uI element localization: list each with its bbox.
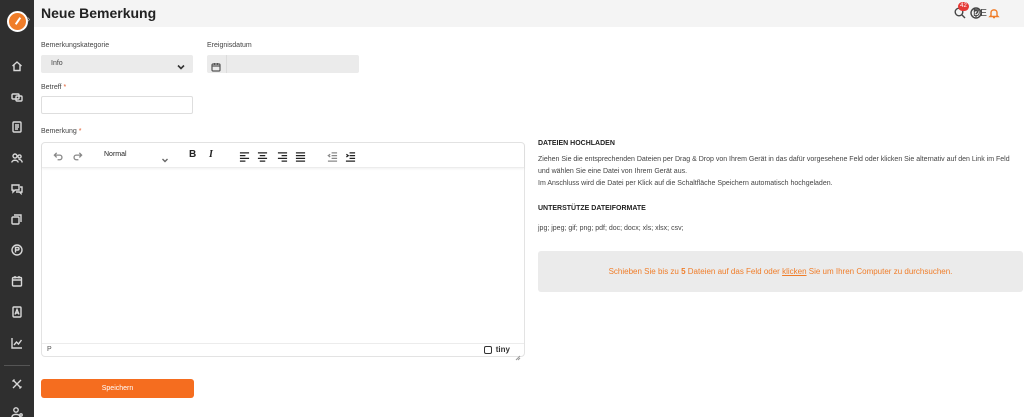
date-field[interactable] <box>207 55 359 73</box>
calendar-icon[interactable] <box>10 274 24 288</box>
date-label: Ereignisdatum <box>207 42 252 49</box>
user-settings-icon[interactable] <box>10 405 24 417</box>
remark-label: Bemerkung * <box>41 128 81 135</box>
car-icon[interactable] <box>10 89 24 103</box>
upload-instructions-1: Ziehen Sie die entsprechenden Dateien pe… <box>538 156 1010 163</box>
subject-label: Betreff * <box>41 84 66 91</box>
upload-instructions-3: Im Anschluss wird die Datei per Klick au… <box>538 180 833 187</box>
formats-list: jpg; jpeg; gif; png; pdf; doc; docx; xls… <box>538 225 684 232</box>
indent-icon[interactable] <box>344 150 356 162</box>
browse-link[interactable]: klicken <box>782 267 806 276</box>
category-value: Info <box>51 60 63 67</box>
report-icon[interactable] <box>10 305 24 319</box>
align-left-icon[interactable] <box>238 150 250 162</box>
file-dropzone[interactable]: Schieben Sie bis zu 5 Dateien auf das Fe… <box>538 251 1023 292</box>
date-divider <box>226 55 227 73</box>
editor-toolbar: Normal B I <box>42 143 524 168</box>
chevron-down-icon <box>176 59 186 70</box>
layers-icon[interactable] <box>10 212 24 226</box>
outdent-icon[interactable] <box>326 150 338 162</box>
formats-title: UNTERSTÜTZE DATEIFORMATE <box>538 205 646 212</box>
italic-button[interactable]: I <box>209 149 213 160</box>
sidebar: › <box>0 0 34 417</box>
tools-icon[interactable] <box>10 377 24 391</box>
upload-title: DATEIEN HOCHLADEN <box>538 140 615 147</box>
chat-icon[interactable] <box>10 182 24 196</box>
editor-brand[interactable]: tiny <box>496 345 510 354</box>
category-select[interactable]: Info <box>41 55 193 73</box>
drop-count: 5 <box>681 267 686 276</box>
category-label: Bemerkungskategorie <box>41 42 110 49</box>
drop-prefix: Schieben Sie bis zu <box>608 267 679 276</box>
tiny-logo-icon <box>484 346 492 354</box>
calendar-icon[interactable] <box>211 59 221 72</box>
save-button[interactable]: Speichern <box>41 379 194 398</box>
align-right-icon[interactable] <box>276 150 288 162</box>
chevron-down-icon <box>161 151 169 163</box>
drop-suffix: Sie um Ihren Computer zu durchsuchen. <box>808 267 953 276</box>
rich-text-editor[interactable]: Normal B I P tiny <box>41 142 525 361</box>
language-switcher[interactable]: DE <box>973 8 987 19</box>
resize-handle-icon[interactable] <box>515 348 521 361</box>
undo-icon[interactable] <box>52 150 64 162</box>
redo-icon[interactable] <box>71 150 83 162</box>
format-value: Normal <box>104 151 127 158</box>
sidebar-divider <box>4 365 30 366</box>
element-path[interactable]: P <box>47 346 52 353</box>
chevron-right-icon[interactable]: › <box>27 14 30 25</box>
required-marker: * <box>78 128 82 135</box>
drop-middle: Dateien auf das Feld oder <box>687 267 780 276</box>
upload-instructions-2: und wählen Sie eine Datei von Ihrem Gerä… <box>538 168 688 175</box>
home-icon[interactable] <box>10 59 24 73</box>
users-icon[interactable] <box>10 151 24 165</box>
document-icon[interactable] <box>10 120 24 134</box>
subject-input[interactable] <box>41 96 193 114</box>
dropzone-text: Schieben Sie bis zu 5 Dateien auf das Fe… <box>538 267 1023 276</box>
parking-icon[interactable] <box>10 243 24 257</box>
top-header: Neue Bemerkung <box>34 0 1024 27</box>
remark-label-text: Bemerkung <box>41 128 77 135</box>
format-select[interactable]: Normal <box>101 149 171 163</box>
editor-statusbar: P tiny <box>42 343 524 361</box>
bell-icon[interactable] <box>987 6 1001 20</box>
page-title: Neue Bemerkung <box>41 5 157 21</box>
subject-label-text: Betreff <box>41 84 62 91</box>
notification-badge: 42 <box>958 2 969 11</box>
chart-icon[interactable] <box>10 336 24 350</box>
app-logo[interactable] <box>7 11 28 32</box>
align-center-icon[interactable] <box>256 150 268 162</box>
bold-button[interactable]: B <box>189 149 196 160</box>
align-justify-icon[interactable] <box>294 150 306 162</box>
required-marker: * <box>63 84 67 91</box>
